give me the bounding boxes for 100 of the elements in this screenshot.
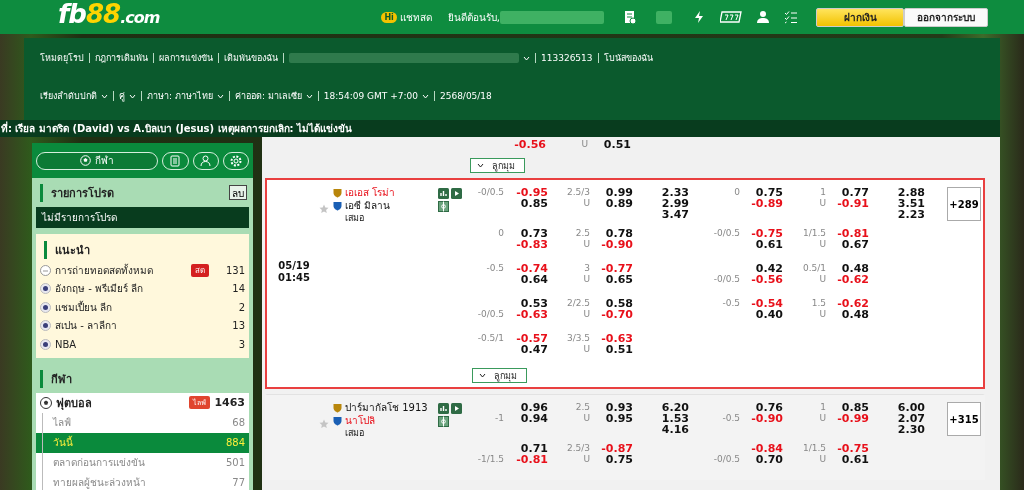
dropdown-menu[interactable]: เรียงลำดับปกติ — [40, 91, 113, 101]
odds-value[interactable]: 0.61 — [755, 239, 783, 250]
nav-link[interactable]: ผลการแข่งขัน — [153, 53, 218, 63]
odds-value[interactable]: -0.99 — [837, 413, 869, 424]
odds-value[interactable]: -0.77 — [601, 263, 633, 274]
odds-value[interactable]: 2.30 — [897, 424, 925, 435]
odds-value[interactable]: -0.74 — [516, 263, 548, 274]
dropdown-menu[interactable]: ภาษา: ภาษาไทย — [141, 91, 229, 101]
odds-value[interactable]: 0.65 — [605, 274, 633, 285]
live-chat-link[interactable]: Hi แชทสด — [381, 9, 432, 25]
sport-subitem[interactable]: ไลฟ์ 68 — [36, 412, 249, 433]
odds-value[interactable]: -0.81 — [516, 454, 548, 465]
deposit-button[interactable]: ฝากเงิน — [816, 7, 904, 27]
odds-value[interactable]: -0.54 — [751, 298, 783, 309]
sport-subitem[interactable]: ตลาดก่อนการแข่งขัน 501 — [36, 452, 249, 473]
odds-value[interactable]: 0.78 — [605, 228, 633, 239]
pitch-icon[interactable] — [438, 416, 449, 427]
user-icon[interactable] — [756, 10, 770, 24]
sports-tab[interactable]: กีฬา — [36, 151, 159, 170]
odds-value[interactable]: -0.89 — [751, 198, 783, 209]
logout-button[interactable]: ออกจากระบบ — [904, 7, 988, 27]
odds-value[interactable]: 0.96 — [520, 402, 548, 413]
odds-value[interactable]: 0.75 — [605, 454, 633, 465]
receipt-icon[interactable] — [624, 10, 636, 24]
play-icon[interactable] — [451, 403, 462, 414]
odds-value[interactable]: -0.70 — [601, 309, 633, 320]
odds-value[interactable]: 0.51 — [605, 344, 633, 355]
odds-value[interactable]: 0.58 — [605, 298, 633, 309]
odds-value[interactable]: 0.76 — [755, 402, 783, 413]
odds-value[interactable]: -0.56 — [751, 274, 783, 285]
odds-value[interactable]: 0.85 — [520, 198, 548, 209]
odds-value[interactable]: 0.94 — [520, 413, 548, 424]
odds-value[interactable]: -0.75 — [837, 443, 869, 454]
odds-value[interactable]: -0.90 — [751, 413, 783, 424]
play-icon[interactable] — [451, 188, 462, 199]
checklist-icon[interactable] — [784, 10, 798, 24]
odds-value[interactable]: -0.63 — [516, 309, 548, 320]
odds-value[interactable]: -0.87 — [601, 443, 633, 454]
league-item[interactable]: NBA 3 — [40, 335, 245, 354]
odds-value[interactable]: -0.84 — [751, 443, 783, 454]
odds-value[interactable]: -0.62 — [837, 274, 869, 285]
league-item[interactable]: อังกฤษ - พรีเมียร์ ลีก 14 — [40, 279, 245, 298]
odds-value[interactable]: 0.42 — [755, 263, 783, 274]
odds-value[interactable]: 0.61 — [841, 454, 869, 465]
odds-value[interactable]: -0.75 — [751, 228, 783, 239]
more-markets-button[interactable]: +289 — [947, 187, 981, 221]
odds-value[interactable]: 0.51 — [603, 139, 631, 150]
dropdown-menu[interactable]: 18:54:09 GMT +7:00 — [317, 91, 434, 101]
odds-value[interactable]: 4.16 — [661, 424, 689, 435]
odds-value[interactable]: -0.63 — [601, 333, 633, 344]
odds-value[interactable]: 0.95 — [605, 413, 633, 424]
odds-value[interactable]: 0.75 — [755, 187, 783, 198]
odds-value[interactable]: 2.99 — [661, 198, 689, 209]
odds-value[interactable]: 0.85 — [841, 402, 869, 413]
nav-link[interactable]: 113326513 — [535, 53, 598, 63]
odds-value[interactable]: 1.53 — [661, 413, 689, 424]
odds-value[interactable]: -0.91 — [837, 198, 869, 209]
corners-toggle[interactable]: ลูกมุม — [472, 368, 527, 383]
dropdown-menu[interactable]: คู่ — [113, 91, 141, 101]
odds-value[interactable]: 0.70 — [755, 454, 783, 465]
league-item[interactable]: แชมเปี้ยน ลีก 2 — [40, 298, 245, 317]
odds-value[interactable]: 0.89 — [605, 198, 633, 209]
odds-value[interactable]: 0.99 — [605, 187, 633, 198]
odds-value[interactable]: 0.48 — [841, 309, 869, 320]
odds-value[interactable]: 0.40 — [755, 309, 783, 320]
logo[interactable]: fb88.com — [58, 0, 164, 36]
clear-button[interactable]: ลบ — [229, 185, 247, 200]
odds-value[interactable]: 0.93 — [605, 402, 633, 413]
star-icon[interactable] — [319, 419, 329, 429]
odds-value[interactable]: 3.47 — [661, 209, 689, 220]
odds-value[interactable]: 6.00 — [897, 402, 925, 413]
odds-value[interactable]: -0.95 — [516, 187, 548, 198]
odds-value[interactable]: 2.23 — [897, 209, 925, 220]
odds-value[interactable]: 0.73 — [520, 228, 548, 239]
sport-subitem[interactable]: ทายผลผู้ชนะล่วงหน้า 77 — [36, 472, 249, 490]
corners-toggle[interactable]: ลูกมุม — [470, 158, 525, 173]
league-item[interactable]: การถ่ายทอดสดทั้งหมด สด 131 — [40, 261, 245, 280]
pitch-icon[interactable] — [438, 201, 449, 212]
odds-value[interactable]: 0.48 — [841, 263, 869, 274]
transfer-icon[interactable] — [692, 10, 706, 24]
odds-value[interactable]: 2.88 — [897, 187, 925, 198]
odds-value[interactable]: 2.07 — [897, 413, 925, 424]
nav-link[interactable]: กฎการเดิมพัน — [89, 53, 153, 63]
stats-icon[interactable] — [438, 188, 449, 199]
odds-value[interactable]: -0.57 — [516, 333, 548, 344]
odds-value[interactable]: 0.67 — [841, 239, 869, 250]
odds-value[interactable]: -0.56 — [514, 139, 546, 150]
odds-value[interactable]: 0.64 — [520, 274, 548, 285]
dropdown-menu[interactable]: ค่าออด: มาเลเซีย — [228, 91, 318, 101]
stats-icon[interactable] — [438, 403, 449, 414]
odds-value[interactable]: 0.47 — [520, 344, 548, 355]
league-item[interactable]: สเปน - ลาลีกา 13 — [40, 316, 245, 335]
odds-value[interactable]: 3.51 — [897, 198, 925, 209]
odds-value[interactable]: 0.71 — [520, 443, 548, 454]
nav-link[interactable]: โบนัสของฉัน — [597, 53, 658, 63]
odds-value[interactable]: 2.33 — [661, 187, 689, 198]
odds-value[interactable]: -0.62 — [837, 298, 869, 309]
sport-subitem[interactable]: วันนี้ 884 — [36, 432, 249, 453]
star-icon[interactable] — [319, 204, 329, 214]
odds-value[interactable]: 0.53 — [520, 298, 548, 309]
